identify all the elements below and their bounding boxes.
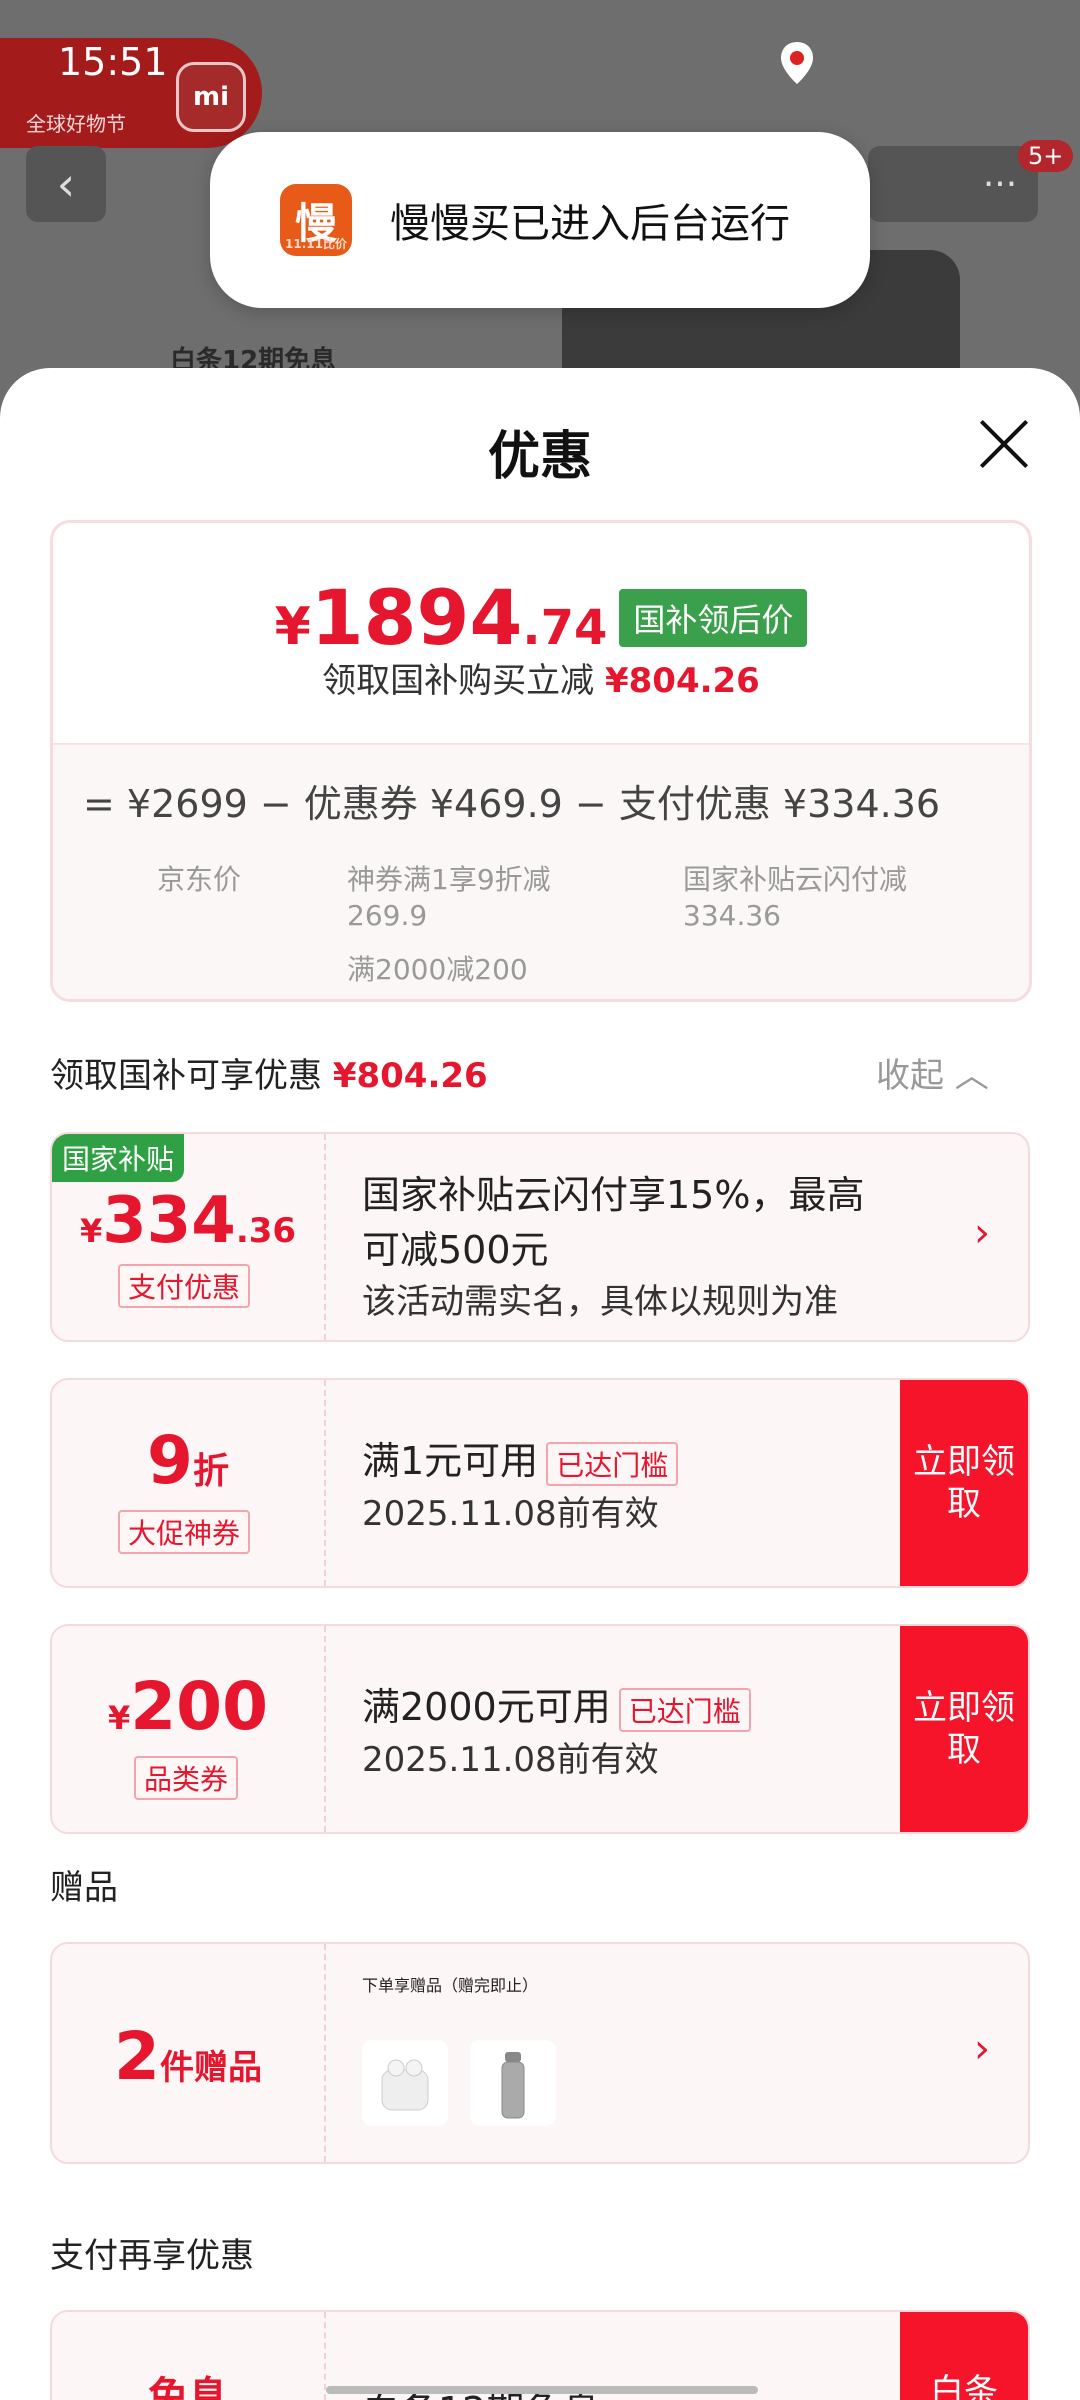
payment-detail-amount: 334.36 xyxy=(683,899,781,932)
jd-price-label: 京东价 xyxy=(157,863,242,896)
card-divider xyxy=(324,1134,326,1340)
breakdown-formula: = ¥2699 − 优惠券 ¥469.9 − 支付优惠 ¥334.36 xyxy=(83,782,941,826)
subsidy-price-tag: 国补领后价 xyxy=(619,588,808,647)
subsidy-note: 该活动需实名，具体以规则为准 xyxy=(362,1282,838,1322)
payment-section-header: 支付再享优惠 xyxy=(50,2236,254,2276)
payment-discount-pill: 支付优惠 xyxy=(118,1264,251,1308)
gift-earbuds-image xyxy=(362,2040,448,2126)
gift-card[interactable]: 2件赠品 下单享赠品（赠完即止） › xyxy=(50,1942,1030,2164)
brand-logo: mi xyxy=(176,62,246,132)
threshold-reached-badge: 已达门槛 xyxy=(546,1441,679,1486)
gift-section-header: 赠品 xyxy=(50,1868,118,1908)
back-button[interactable]: ‹ xyxy=(26,146,106,222)
location-icon xyxy=(781,42,813,84)
discount-sheet: 优惠 ¥ 1894 .74 国补领后价 领取国补购买立减 ¥804.26 = ¥… xyxy=(0,368,1080,2400)
installment-amount: 免息 xyxy=(148,2374,228,2400)
card-divider xyxy=(324,1626,326,1832)
card-divider xyxy=(324,1944,326,2162)
subsidy-title-line1: 国家补贴云闪付享15%，最高 xyxy=(362,1173,865,1217)
chevron-right-icon[interactable]: › xyxy=(974,1210,990,1256)
sheet-title: 优惠 xyxy=(487,427,592,487)
promo-coupon-pill: 大促神券 xyxy=(118,1510,251,1554)
coupon-detail-2: 满2000减200 xyxy=(347,953,528,986)
subsidy-title-line2: 可减500元 xyxy=(362,1228,549,1272)
chevron-right-icon[interactable]: › xyxy=(974,2026,990,2072)
price-summary-card: ¥ 1894 .74 国补领后价 领取国补购买立减 ¥804.26 = ¥269… xyxy=(50,520,1032,1002)
close-icon[interactable] xyxy=(978,418,1030,470)
claim-button[interactable]: 立即领取 xyxy=(900,1626,1028,1832)
toast-message: 慢慢买已进入后台运行 xyxy=(390,201,790,247)
coupon-detail-1-amount: 269.9 xyxy=(347,899,428,932)
status-time: 15:51 xyxy=(58,40,168,84)
threshold-reached-badge: 已达门槛 xyxy=(618,1687,751,1732)
share-button[interactable] xyxy=(868,146,962,222)
subsidy-amount: ¥334.36 xyxy=(79,1184,297,1258)
coupon-amount: ¥200 xyxy=(107,1668,269,1745)
gift-bottle-image xyxy=(470,2040,556,2126)
coupon-validity: 2025.11.08前有效 xyxy=(362,1493,659,1534)
coupon-info: 满2000元可用 已达门槛 2025.11.08前有效 xyxy=(362,1676,751,1781)
background-running-toast: 慢 11.11比价 慢慢买已进入后台运行 xyxy=(210,132,870,308)
subsidy-card[interactable]: 国家补贴 ¥334.36 支付优惠 国家补贴云闪付享15%，最高 可减500元 … xyxy=(50,1132,1030,1342)
discount-coupon-card: 9折 大促神券 满1元可用 已达门槛 2025.11.08前有效 立即领取 xyxy=(50,1378,1030,1588)
final-price: ¥ 1894 .74 国补领后价 xyxy=(53,573,1029,662)
installment-button[interactable]: 白条 xyxy=(900,2312,1028,2400)
subsidy-info: 国家补贴云闪付享15%，最高 可减500元 该活动需实名，具体以规则为准 xyxy=(362,1164,922,1323)
more-badge: 5+ xyxy=(1018,140,1074,172)
card-divider xyxy=(324,1380,326,1586)
coupon-condition: 满2000元可用 xyxy=(362,1685,611,1729)
gift-title: 下单享赠品（赠完即止） xyxy=(362,1976,539,1995)
national-subsidy-tag: 国家补贴 xyxy=(52,1134,185,1182)
discount-amount: 9折 xyxy=(147,1422,229,1499)
subsidy-section-header: 领取国补可享优惠 ¥804.26 xyxy=(50,1056,488,1096)
category-coupon-card: ¥200 品类券 满2000元可用 已达门槛 2025.11.08前有效 立即领取 xyxy=(50,1624,1030,1834)
coupon-detail-1: 神券满1享9折减 xyxy=(347,863,551,896)
payment-detail: 国家补贴云闪付减 xyxy=(683,863,908,896)
coupon-info: 满1元可用 已达门槛 2025.11.08前有效 xyxy=(362,1430,679,1535)
subsidy-reduction-line: 领取国补购买立减 ¥804.26 xyxy=(322,661,760,701)
claim-button[interactable]: 立即领取 xyxy=(900,1380,1028,1586)
gift-count: 2件赠品 xyxy=(114,2018,262,2095)
home-indicator[interactable] xyxy=(326,2386,758,2394)
collapse-button[interactable]: 收起 ︿ xyxy=(876,1048,989,1097)
category-coupon-pill: 品类券 xyxy=(134,1756,239,1800)
coupon-condition: 满1元可用 xyxy=(362,1439,539,1483)
promo-label: 全球好物节 xyxy=(26,112,126,136)
coupon-validity: 2025.11.08前有效 xyxy=(362,1739,659,1780)
app-icon: 慢 11.11比价 xyxy=(280,184,352,256)
